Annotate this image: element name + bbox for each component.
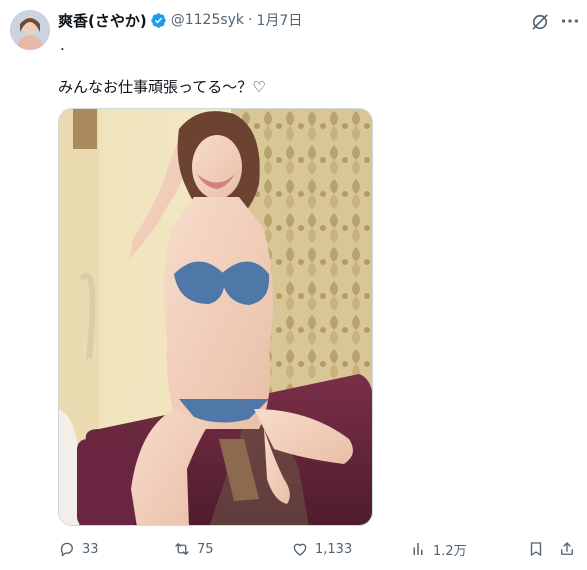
views-button[interactable]: 1.2万 [409, 538, 467, 560]
retweet-icon [175, 543, 189, 555]
verified-badge-icon [150, 12, 167, 29]
like-count: 1,133 [315, 541, 353, 557]
retweet-count: 75 [197, 541, 214, 557]
tweet-period-line: . [60, 36, 65, 54]
share-button[interactable] [558, 538, 582, 560]
author-handle[interactable]: @1125syk [171, 12, 244, 28]
views-chart-icon [413, 543, 423, 555]
retweet-button[interactable]: 75 [173, 538, 214, 560]
view-count: 1.2万 [433, 543, 467, 559]
heart-icon [293, 543, 307, 556]
reply-count: 33 [82, 541, 99, 557]
tweet-photo[interactable] [58, 108, 373, 526]
tweet-actions-bar: 33 75 1,133 1.2万 [58, 538, 584, 560]
share-icon [561, 542, 573, 555]
tweet-date[interactable]: 1月7日 [257, 10, 303, 30]
author-display-name[interactable]: 爽香(さやか) [58, 10, 147, 31]
bookmark-icon [530, 542, 542, 557]
tweet-header: 爽香(さやか) @1125syk · 1月7日 [58, 10, 302, 30]
more-icon[interactable] [559, 10, 581, 32]
like-button[interactable]: 1,133 [291, 538, 352, 560]
bookmark-button[interactable] [527, 538, 551, 560]
separator-dot: · [248, 12, 253, 28]
tweet-text: みんなお仕事頑張ってる〜？♡ [58, 78, 266, 96]
reply-button[interactable]: 33 [58, 538, 99, 560]
grok-icon[interactable] [530, 12, 550, 32]
avatar[interactable] [10, 10, 50, 50]
reply-icon [60, 542, 73, 557]
